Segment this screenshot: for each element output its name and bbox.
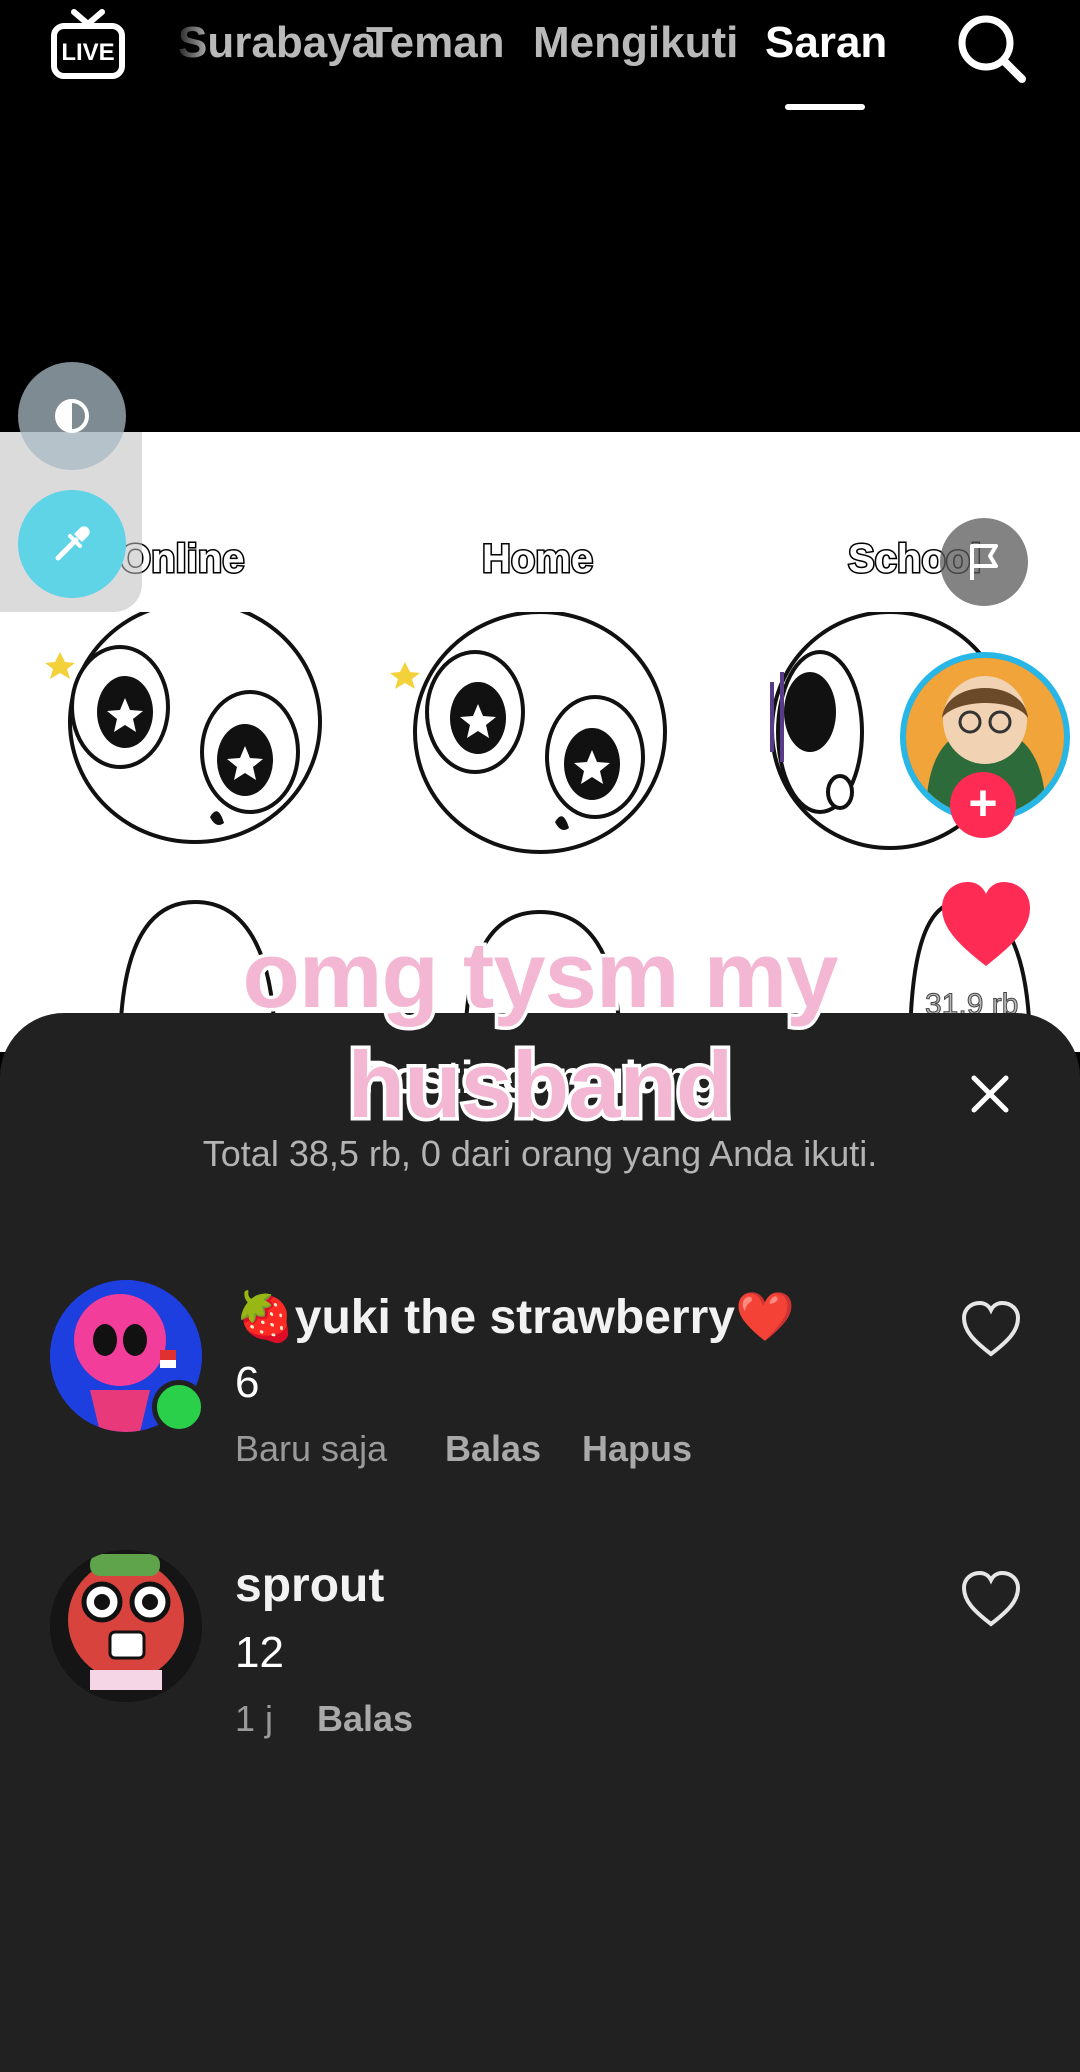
top-navigation-bar: LIVE Surabaya Teman Mengikuti Saran	[0, 0, 1080, 130]
reply-button[interactable]: Balas	[317, 1698, 413, 1740]
live-label: LIVE	[61, 39, 114, 66]
comment-like-heart-icon[interactable]	[960, 1300, 1022, 1358]
comment-username[interactable]: 🍓yuki the strawberry❤️	[235, 1288, 795, 1345]
active-tab-indicator	[785, 104, 865, 110]
color-picker-icon	[55, 526, 90, 561]
comment-time: Baru saja	[235, 1428, 388, 1469]
comment-text: 6	[235, 1358, 260, 1407]
delete-button[interactable]: Hapus	[582, 1428, 692, 1470]
like-heart-icon[interactable]	[938, 880, 1034, 970]
report-button[interactable]	[940, 518, 1028, 606]
close-icon[interactable]	[966, 1070, 1014, 1118]
flag-icon	[970, 544, 998, 580]
comment-time: 1 j	[235, 1698, 274, 1739]
list-item: sprout 12 1 j Balas	[0, 1550, 1080, 1750]
follow-plus-button[interactable]: +	[950, 772, 1016, 838]
avatar[interactable]	[50, 1550, 202, 1702]
tab-mengikuti[interactable]: Mengikuti	[533, 18, 738, 68]
list-item: 🍓yuki the strawberry❤️ 6 Baru saja Balas…	[0, 1280, 1080, 1480]
overlay-caption: omg tysm my husband	[239, 919, 842, 1141]
comment-like-heart-icon[interactable]	[960, 1570, 1022, 1628]
search-icon[interactable]	[955, 12, 1027, 84]
tab-saran[interactable]: Saran	[765, 18, 887, 68]
live-tv-icon[interactable]: LIVE	[50, 8, 126, 82]
contrast-button[interactable]	[18, 362, 126, 470]
tab-teman[interactable]: Teman	[366, 18, 505, 68]
comment-text: 12	[235, 1628, 284, 1677]
online-status-dot	[152, 1380, 206, 1434]
contrast-icon	[55, 399, 89, 433]
feed-tabs: Surabaya Teman Mengikuti Saran	[170, 18, 900, 78]
tab-fade	[170, 14, 210, 84]
comment-username[interactable]: sprout	[235, 1558, 384, 1613]
video-label-home: Home	[480, 536, 594, 583]
color-picker-button[interactable]	[18, 490, 126, 598]
reply-button[interactable]: Balas	[445, 1428, 541, 1470]
